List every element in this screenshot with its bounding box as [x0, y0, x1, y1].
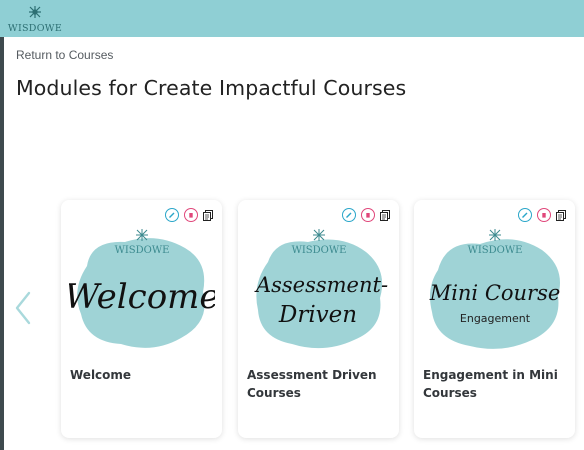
module-title: Welcome — [70, 368, 132, 382]
module-card[interactable]: WISDOWE Mini Course Engagement Engagemen… — [414, 200, 575, 438]
module-thumbnail: WISDOWE Welcome — [69, 229, 215, 348]
module-thumbnail: WISDOWE Assessment- Driven — [254, 229, 388, 349]
art-script-text: Mini Course — [429, 281, 561, 305]
brand-logo[interactable]: WISDOWE — [7, 3, 63, 35]
module-card[interactable]: WISDOWE Welcome Welcome — [61, 200, 222, 438]
art-script-text: Assessment- — [254, 273, 388, 297]
art-logo-text: WISDOWE — [468, 245, 523, 256]
delete-icon[interactable] — [361, 208, 375, 222]
edit-icon[interactable] — [518, 208, 532, 222]
art-logo-text: WISDOWE — [115, 245, 170, 256]
page-title: Modules for Create Impactful Courses — [16, 76, 407, 100]
copy-icon[interactable] — [556, 209, 566, 221]
delete-icon[interactable] — [184, 208, 198, 222]
copy-icon[interactable] — [380, 209, 390, 221]
logo-mark-icon — [313, 229, 325, 241]
card-actions — [342, 208, 390, 222]
module-title: Assessment Driven Courses — [247, 368, 377, 400]
edit-icon[interactable] — [342, 208, 356, 222]
art-script-text: Welcome — [69, 277, 215, 317]
art-subtitle-text: Engagement — [460, 312, 531, 325]
delete-icon[interactable] — [537, 208, 551, 222]
module-title: Engagement in Mini Courses — [423, 368, 558, 400]
carousel-prev-button[interactable] — [12, 290, 34, 326]
card-actions — [518, 208, 566, 222]
art-script-text: Driven — [278, 302, 357, 328]
top-bar: WISDOWE — [0, 0, 584, 37]
card-actions — [165, 208, 213, 222]
copy-icon[interactable] — [203, 209, 213, 221]
svg-text:WISDOWE: WISDOWE — [8, 23, 62, 34]
logo-mark-icon — [29, 6, 41, 18]
logo-mark-icon — [136, 229, 148, 241]
chevron-left-icon — [15, 291, 31, 325]
art-logo-text: WISDOWE — [292, 245, 347, 256]
module-card[interactable]: WISDOWE Assessment- Driven Assessment Dr… — [238, 200, 399, 438]
return-to-courses-link[interactable]: Return to Courses — [16, 48, 113, 62]
edit-icon[interactable] — [165, 208, 179, 222]
logo-mark-icon — [489, 229, 501, 241]
module-thumbnail: WISDOWE Mini Course Engagement — [429, 229, 561, 349]
window-edge — [0, 0, 4, 450]
